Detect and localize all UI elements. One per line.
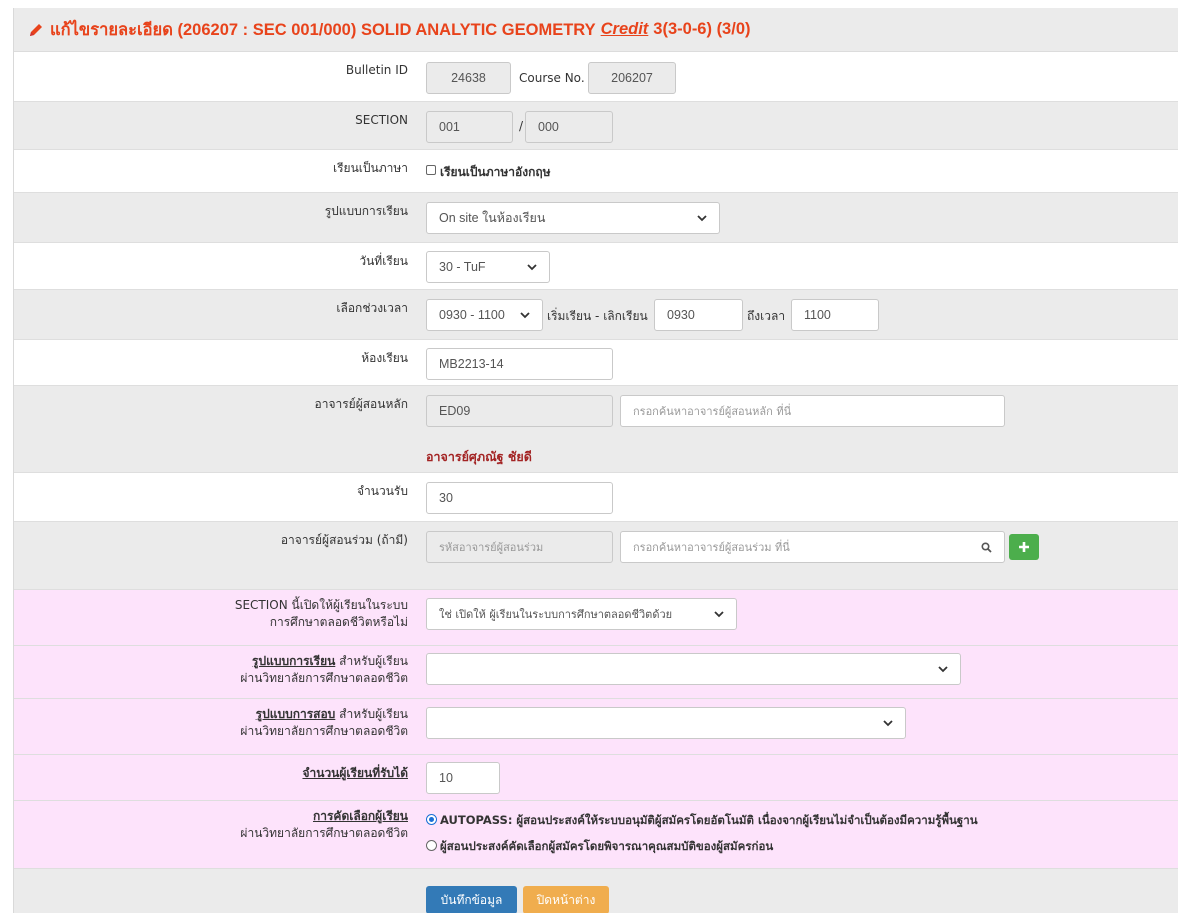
- row-lifelong-selection: การคัดเลือกผู้เรียน ผ่านวิทยาลัยการศึกษา…: [14, 801, 1178, 869]
- chevron-down-icon: [527, 263, 537, 270]
- end-time-input[interactable]: 1100: [791, 299, 879, 331]
- section-lab-field: 000: [525, 111, 613, 143]
- study-day-select[interactable]: 30 - TuF: [426, 251, 550, 283]
- autopass-option-label: AUTOPASS: ผู้สอนประสงค์ให้ระบบอนุมัติผู้…: [440, 813, 978, 827]
- row-time: เลือกช่วงเวลา 0930 - 1100 เริ่มเรียน - เ…: [14, 290, 1178, 340]
- main-instructor-label: อาจารย์ผู้สอนหลัก: [314, 397, 409, 411]
- row-study-day: วันที่เรียน 30 - TuF: [14, 243, 1178, 290]
- row-language: เรียนเป็นภาษา เรียนเป็นภาษาอังกฤษ: [14, 150, 1178, 193]
- lifelong-open-select[interactable]: ใช่ เปิดให้ ผู้เรียนในระบบการศึกษาตลอดชี…: [426, 598, 737, 630]
- row-bulletin: Bulletin ID 24638 Course No. 206207: [14, 52, 1178, 102]
- room-input[interactable]: MB2213-14: [426, 348, 613, 380]
- main-instructor-name: อาจารย์ศุภณัฐ ชัยดี: [426, 449, 532, 464]
- manual-selection-radio[interactable]: [426, 840, 437, 851]
- credit-value: 3(3-0-6) (3/0): [653, 20, 751, 38]
- row-capacity: จำนวนรับ 30: [14, 473, 1178, 522]
- co-instructor-label: อาจารย์ผู้สอนร่วม (ถ้ามี): [280, 533, 408, 547]
- close-window-button[interactable]: ปิดหน้าต่าง: [523, 886, 609, 913]
- study-mode-select[interactable]: On site ในห้องเรียน: [426, 202, 720, 234]
- autopass-radio[interactable]: [426, 814, 437, 825]
- chevron-down-icon: [697, 214, 707, 221]
- course-no-field: 206207: [588, 62, 676, 94]
- bulletin-id-field: 24638: [426, 62, 511, 94]
- start-time-input[interactable]: 0930: [654, 299, 743, 331]
- capacity-input[interactable]: 30: [426, 482, 613, 514]
- co-instructor-search-input[interactable]: กรอกค้นหาอาจารย์ผู้สอนร่วม ที่นี่: [620, 531, 1005, 563]
- section-lecture-field: 001: [426, 111, 513, 143]
- start-end-label: เริ่มเรียน - เลิกเรียน: [547, 309, 648, 323]
- chevron-down-icon: [714, 610, 724, 617]
- english-checkbox[interactable]: [426, 165, 436, 175]
- time-slot-select[interactable]: 0930 - 1100: [426, 299, 543, 331]
- section-label: SECTION: [355, 113, 408, 127]
- row-lifelong-mode: รูปแบบการเรียน สำหรับผู้เรียน ผ่านวิทยาล…: [14, 646, 1178, 699]
- row-section: SECTION 001 / 000: [14, 102, 1178, 150]
- row-lifelong-exam: รูปแบบการสอบ สำหรับผู้เรียน ผ่านวิทยาลัย…: [14, 699, 1178, 755]
- chevron-down-icon: [520, 311, 530, 318]
- main-instructor-search-input[interactable]: กรอกค้นหาอาจารย์ผู้สอนหลัก ที่นี่: [620, 395, 1005, 427]
- main-instructor-code-field: ED09: [426, 395, 613, 427]
- lifelong-open-label: SECTION นี้เปิดให้ผู้เรียนในระบบ การศึกษ…: [234, 598, 408, 629]
- chevron-down-icon: [938, 665, 948, 672]
- lifelong-count-label: จำนวนผู้เรียนที่รับได้: [302, 766, 408, 780]
- lifelong-selection-label: การคัดเลือกผู้เรียน ผ่านวิทยาลัยการศึกษา…: [240, 809, 408, 840]
- end-time-label: ถึงเวลา: [747, 309, 786, 323]
- bulletin-label: Bulletin ID: [345, 63, 408, 77]
- capacity-label: จำนวนรับ: [357, 484, 408, 498]
- room-label: ห้องเรียน: [361, 351, 408, 365]
- row-lifelong-count: จำนวนผู้เรียนที่รับได้ 10: [14, 755, 1178, 801]
- study-mode-label: รูปแบบการเรียน: [324, 204, 408, 218]
- row-actions: บันทึกข้อมูล ปิดหน้าต่าง: [14, 869, 1178, 913]
- study-day-label: วันที่เรียน: [359, 254, 408, 268]
- title-text: แก้ไขรายละเอียด (206207 : SEC 001/000) S…: [50, 20, 596, 39]
- save-button[interactable]: บันทึกข้อมูล: [426, 886, 517, 913]
- row-co-instructor: อาจารย์ผู้สอนร่วม (ถ้ามี) รหัสอาจารย์ผู้…: [14, 522, 1178, 590]
- add-co-instructor-button[interactable]: [1009, 534, 1039, 560]
- chevron-down-icon: [883, 719, 893, 726]
- lifelong-count-input[interactable]: 10: [426, 762, 500, 794]
- pencil-icon: [30, 23, 42, 36]
- row-main-instructor: อาจารย์ผู้สอนหลัก ED09 กรอกค้นหาอาจารย์ผ…: [14, 386, 1178, 473]
- edit-section-panel: แก้ไขรายละเอียด (206207 : SEC 001/000) S…: [13, 8, 1178, 913]
- course-no-label: Course No.: [519, 71, 585, 85]
- plus-icon: [1019, 542, 1029, 552]
- manual-selection-option-label: ผู้สอนประสงค์คัดเลือกผู้สมัครโดยพิจารณาค…: [440, 839, 774, 853]
- lifelong-exam-select[interactable]: [426, 707, 906, 739]
- co-instructor-code-field[interactable]: รหัสอาจารย์ผู้สอนร่วม: [426, 531, 613, 563]
- lifelong-exam-label: รูปแบบการสอบ สำหรับผู้เรียน ผ่านวิทยาลัย…: [240, 707, 408, 738]
- time-label: เลือกช่วงเวลา: [336, 301, 408, 315]
- english-checkbox-label: เรียนเป็นภาษาอังกฤษ: [440, 165, 551, 179]
- language-label: เรียนเป็นภาษา: [333, 161, 408, 175]
- row-lifelong-open: SECTION นี้เปิดให้ผู้เรียนในระบบ การศึกษ…: [14, 590, 1178, 646]
- lifelong-mode-select[interactable]: [426, 653, 961, 685]
- row-study-mode: รูปแบบการเรียน On site ในห้องเรียน: [14, 193, 1178, 243]
- lifelong-mode-label: รูปแบบการเรียน สำหรับผู้เรียน ผ่านวิทยาล…: [240, 654, 408, 685]
- page-title: แก้ไขรายละเอียด (206207 : SEC 001/000) S…: [14, 8, 1178, 52]
- row-room: ห้องเรียน MB2213-14: [14, 340, 1178, 386]
- credit-label: Credit: [600, 20, 649, 38]
- search-icon: [981, 541, 992, 553]
- section-separator: /: [519, 119, 524, 133]
